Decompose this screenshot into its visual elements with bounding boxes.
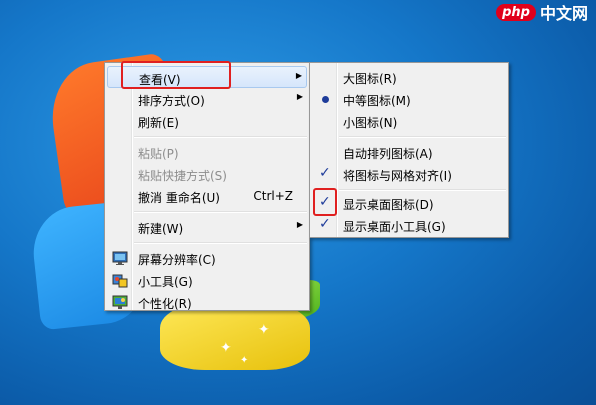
menu-item-label: 刷新(E) <box>138 116 179 130</box>
menu-separator <box>134 242 307 244</box>
site-watermark: php 中文网 <box>496 0 588 24</box>
menu-item-personalize[interactable]: 个性化(R) <box>107 291 307 313</box>
highlight-box-view <box>121 61 231 89</box>
checkmark-icon: ✓ <box>319 216 331 232</box>
menu-item-label: 排序方式(O) <box>138 94 205 108</box>
submenu-item-show-gadgets[interactable]: ✓ 显示桌面小工具(G) <box>312 214 506 236</box>
submenu-item-align-to-grid[interactable]: ✓ 将图标与网格对齐(I) <box>312 163 506 185</box>
submenu-arrow-icon: ▶ <box>296 92 303 101</box>
menu-item-label: 撤消 重命名(U) <box>138 191 220 205</box>
menu-separator <box>339 136 506 138</box>
submenu-item-auto-arrange[interactable]: 自动排列图标(A) <box>312 141 506 163</box>
menu-item-label: 小工具(G) <box>138 275 193 289</box>
submenu-item-label: 自动排列图标(A) <box>343 147 433 161</box>
submenu-item-show-desktop-icons[interactable]: ✓ 显示桌面图标(D) <box>312 192 506 214</box>
menu-item-label: 个性化(R) <box>138 297 192 311</box>
submenu-arrow-icon: ▶ <box>295 71 302 80</box>
submenu-item-label: 中等图标(M) <box>343 94 411 108</box>
menu-item-label: 粘贴快捷方式(S) <box>138 169 227 183</box>
menu-item-paste-shortcut[interactable]: 粘贴快捷方式(S) <box>107 163 307 185</box>
menu-item-label: 新建(W) <box>138 222 184 236</box>
submenu-item-large-icons[interactable]: 大图标(R) <box>312 66 506 88</box>
menu-separator <box>134 211 307 213</box>
menu-item-new[interactable]: 新建(W) ▶ <box>107 216 307 238</box>
submenu-item-small-icons[interactable]: 小图标(N) <box>312 110 506 132</box>
radio-dot-icon <box>322 96 329 103</box>
menu-item-paste[interactable]: 粘贴(P) <box>107 141 307 163</box>
submenu-item-medium-icons[interactable]: 中等图标(M) <box>312 88 506 110</box>
submenu-item-label: 显示桌面小工具(G) <box>343 220 446 234</box>
menu-separator <box>339 189 506 191</box>
view-submenu: 大图标(R) 中等图标(M) 小图标(N) 自动排列图标(A) ✓ 将图标与网格… <box>309 62 509 238</box>
menu-item-undo-rename[interactable]: 撤消 重命名(U) Ctrl+Z <box>107 185 307 207</box>
submenu-item-label: 小图标(N) <box>343 116 398 130</box>
menu-item-label: 粘贴(P) <box>138 147 179 161</box>
desktop-context-menu: 查看(V) ▶ 排序方式(O) ▶ 刷新(E) 粘贴(P) 粘贴快捷方式(S) … <box>104 62 310 311</box>
menu-separator <box>134 136 307 138</box>
highlight-box-show-desktop-icons <box>313 188 337 216</box>
menu-item-label: 屏幕分辨率(C) <box>138 253 216 267</box>
checkmark-icon: ✓ <box>319 165 331 181</box>
sparkle-icon: ✦ <box>258 322 270 338</box>
menu-item-screen-resolution[interactable]: 屏幕分辨率(C) <box>107 247 307 269</box>
menu-item-sort-by[interactable]: 排序方式(O) ▶ <box>107 88 307 110</box>
menu-item-gadgets[interactable]: 小工具(G) <box>107 269 307 291</box>
submenu-arrow-icon: ▶ <box>296 220 303 229</box>
gadgets-icon <box>112 274 128 288</box>
watermark-text: 中文网 <box>539 4 588 23</box>
submenu-item-label: 大图标(R) <box>343 72 397 86</box>
sparkle-icon: ✦ <box>240 355 249 366</box>
menu-item-shortcut: Ctrl+Z <box>253 189 293 203</box>
submenu-item-label: 将图标与网格对齐(I) <box>343 169 452 183</box>
display-settings-icon <box>112 251 128 265</box>
menu-item-refresh[interactable]: 刷新(E) <box>107 110 307 132</box>
submenu-item-label: 显示桌面图标(D) <box>343 198 434 212</box>
personalize-icon <box>112 295 128 309</box>
sparkle-icon: ✦ <box>220 340 232 356</box>
watermark-badge: php <box>496 3 536 21</box>
